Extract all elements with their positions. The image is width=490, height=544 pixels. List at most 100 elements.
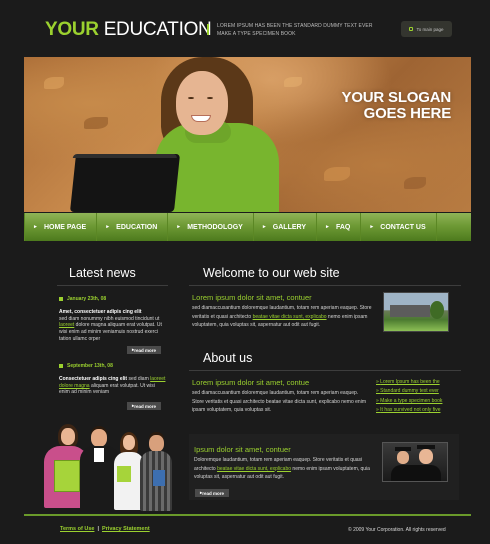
leaf-shape [324,167,350,181]
welcome-text: sed diamaccusantium doloremque laudantiu… [192,304,372,330]
nav-separator [435,213,437,241]
student-eye [207,97,213,99]
hero-slogan: YOUR SLOGAN GOES HERE [341,89,452,122]
welcome-title: Welcome to our web site [203,266,340,280]
nav-home-page[interactable]: ► HOME PAGE [25,213,86,241]
footer-divider [24,514,471,516]
nav-gallery-label: GALLERY [272,223,306,231]
tagline-divider [207,24,209,35]
arrow-right-icon: ► [176,224,182,230]
news-date-text: September 13th, 08 [67,363,113,369]
news-headline: Consectetuer adipis cing elit [59,375,128,382]
student-face [91,429,107,447]
read-more-label: read more [134,347,157,353]
bullet-square-icon [59,297,63,302]
news-read-more-button[interactable]: ▸ read more [127,346,162,354]
news-link[interactable]: laoreet [59,322,74,328]
graduate-face [397,451,409,464]
bullet-square-icon [59,364,63,369]
about-link[interactable]: Standard dummy text ever [376,387,442,396]
news-headline: Amet, consectetuer adipis cing elit [59,308,142,315]
arrow-right-icon: ► [105,224,111,230]
leaf-shape [404,177,426,189]
main-nav: ► HOME PAGE ► EDUCATION ► METHODOLOGY ► … [24,213,471,241]
privacy-statement-link[interactable]: Privacy Statement [102,526,150,532]
to-main-page-button[interactable]: To main page [401,21,452,37]
book-icon [117,466,131,482]
student-eye [188,97,194,99]
footer-separator: | [97,526,99,532]
header-tagline: LOREM IPSUM HAS BEEN THE STANDARD DUMMY … [217,23,373,37]
about-title: About us [203,351,253,365]
news-text: sed diam nonummy nibh euismod tincidunt … [59,315,160,322]
book-icon [153,470,165,486]
latest-news-divider [57,285,168,286]
hero-banner: YOUR SLOGAN GOES HERE [24,57,471,212]
home-icon [409,27,414,31]
terms-of-use-link[interactable]: Terms of Use [60,526,94,532]
feature-link[interactable]: beatae vitae dicta sunt, explicabo [217,466,291,472]
footer-links: Terms of Use | Privacy Statement [60,526,150,532]
graduate-gowns [391,465,441,481]
book-icon [54,460,80,492]
leaf-shape [44,77,64,89]
nav-contact-us-label: CONTACT US [380,223,426,231]
site-logo[interactable]: YOUR EDUCATION [45,19,212,41]
welcome-divider [189,285,461,286]
logo-word-1: YOUR [45,19,99,40]
news-date: January 23th, 08 [59,296,167,303]
arrow-right-icon: ► [261,224,267,230]
laptop-edge [72,154,178,158]
to-main-page-label: To main page [416,26,444,32]
feature-read-more-button[interactable]: ▸ read more [195,489,230,497]
nav-faq-label: FAQ [335,223,351,231]
news-read-more-button[interactable]: ▸ read more [127,402,162,410]
welcome-link[interactable]: beatae vitae dicta sunt, explicabo [253,314,327,320]
nav-faq[interactable]: ► FAQ [317,213,350,241]
students-group-image [38,420,173,515]
nav-education-label: EDUCATION [116,223,158,231]
feature-text: Doloremque laudantium, totam rem aperiam… [194,456,374,482]
news-item: September 13th, 08 Consectetuer adipis c… [59,363,167,396]
news-text: dolore magna aliquam erat volutpat. Ut w… [59,322,162,342]
nav-home-page-label: HOME PAGE [43,223,87,231]
feature-lede: Ipsum dolor sit amet, contuer [194,445,291,454]
nav-methodology-label: METHODOLOGY [187,223,243,231]
student-face [176,71,228,135]
building-shape [390,305,430,317]
nav-methodology[interactable]: ► METHODOLOGY [168,213,243,241]
arrow-right-icon: ► [369,224,375,230]
read-more-label: read more [134,403,157,409]
about-text: sed diamaccusantium doloremque laudantiu… [192,390,366,413]
about-link[interactable]: Make a type specimen book [376,397,442,406]
about-divider [189,370,461,371]
copyright-text: © 2009 Your Corporation. All rights rese… [348,527,446,533]
leaf-shape [284,77,302,87]
about-link[interactable]: It has survived not only five [376,406,442,415]
news-date-text: January 23th, 08 [67,296,107,302]
about-lede: Lorem ipsum dolor sit amet, contue [192,378,310,387]
news-item: January 23th, 08 Amet, consectetuer adip… [59,296,167,343]
slogan-line-1: YOUR SLOGAN [341,89,452,106]
graduate-face [419,449,433,464]
read-more-label: read more [202,490,225,496]
news-text: sed diam [127,375,151,382]
nav-education[interactable]: ► EDUCATION [97,213,157,241]
tree-shape [430,301,444,319]
student-face [149,435,164,452]
latest-news-title: Latest news [69,266,136,280]
leaf-shape [84,117,108,129]
nav-gallery[interactable]: ► GALLERY [254,213,306,241]
welcome-lede: Lorem ipsum dolor sit amet, contuer [192,293,312,302]
nav-contact-us[interactable]: ► CONTACT US [361,213,425,241]
student-face [123,435,135,450]
logo-word-2: EDUCATION [103,19,212,40]
student-face [61,428,75,445]
slogan-line-2: GOES HERE [363,105,452,122]
news-date: September 13th, 08 [59,363,167,370]
about-link[interactable]: Lorem Ipsum has been the [376,378,442,387]
graduates-image [382,442,448,482]
arrow-right-icon: ► [324,224,330,230]
campus-building-image [383,292,449,332]
student-collar [94,448,104,462]
